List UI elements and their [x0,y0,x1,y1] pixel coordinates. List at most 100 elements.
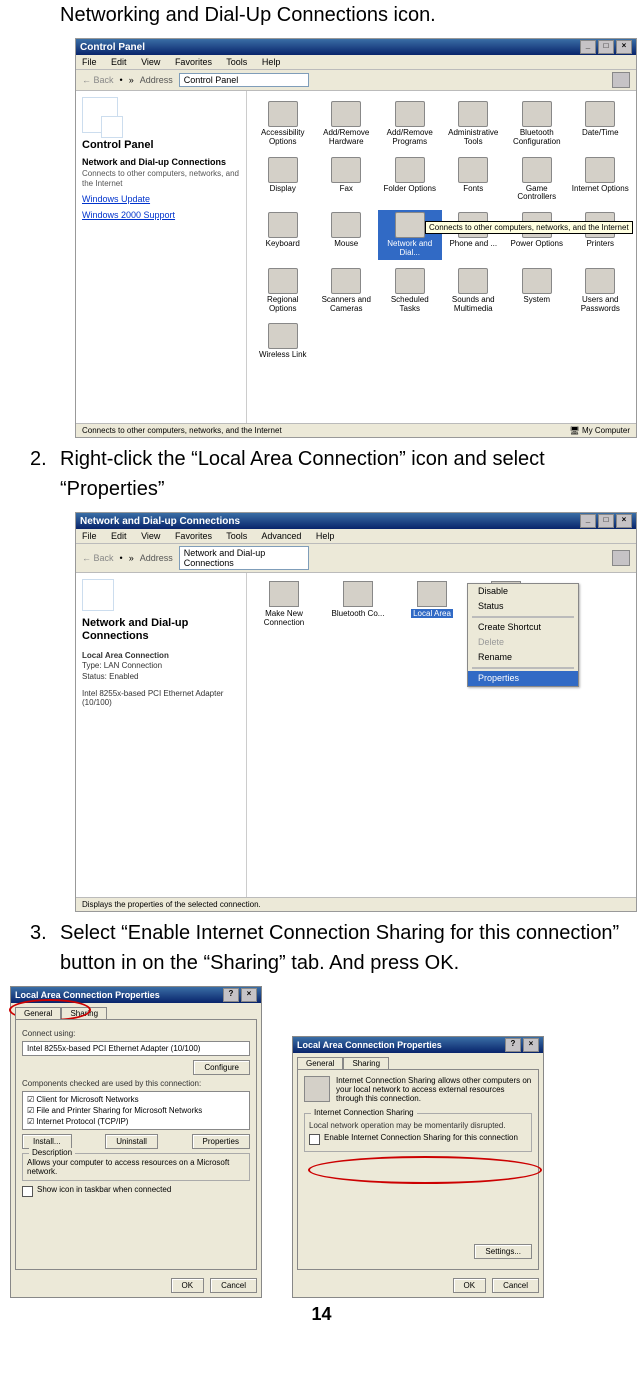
menu-favorites[interactable]: Favorites [175,531,212,541]
menu-view[interactable]: View [141,531,160,541]
sidebar: Control Panel Network and Dial-up Connec… [76,91,247,423]
go-button[interactable] [612,550,630,566]
show-icon-checkbox[interactable]: Show icon in taskbar when connected [22,1185,250,1197]
cp-icon[interactable]: Network and Dial... [378,210,442,260]
close-button[interactable]: × [523,1038,539,1052]
help-button[interactable]: ? [223,988,239,1002]
sidebar-heading: Control Panel [82,139,240,151]
configure-button[interactable]: Configure [193,1060,250,1075]
cp-icon[interactable]: Scheduled Tasks [378,266,442,316]
minimize-button[interactable]: _ [580,514,596,528]
icon-label: Fax [340,185,353,194]
menu-file[interactable]: File [82,531,97,541]
maximize-button[interactable]: □ [598,514,614,528]
context-menu-item[interactable]: Status [468,599,578,614]
tab-sharing[interactable]: Sharing [343,1057,389,1069]
go-button[interactable] [612,72,630,88]
cp-icon[interactable]: Power Options [505,210,569,260]
cp-icon[interactable]: Users and Passwords [569,266,633,316]
icon-area: Make New Connection Bluetooth Co... Local … [247,573,636,897]
connection-icon[interactable]: Local Area [403,581,461,627]
cp-icon[interactable]: Accessibility Options [251,99,315,149]
list-item[interactable]: ☑ Client for Microsoft Networks [25,1094,247,1105]
context-menu-item[interactable]: Create Shortcut [468,620,578,635]
cp-icon[interactable]: Fonts [442,155,506,205]
properties-button[interactable]: Properties [192,1134,250,1149]
sidebar-heading: Network and Dial-up Connections [82,617,240,643]
context-menu-item[interactable]: Properties [468,671,578,686]
context-menu-item[interactable]: Delete [468,635,578,650]
cp-icon[interactable]: Date/Time [569,99,633,149]
install-button[interactable]: Install... [22,1134,72,1149]
cp-icon[interactable]: Display [251,155,315,205]
menu-view[interactable]: View [141,57,160,67]
help-button[interactable]: ? [505,1038,521,1052]
applet-icon [395,268,425,294]
context-menu: DisableStatus Create ShortcutDeleteRename… [467,583,579,687]
cp-icon[interactable]: Fax [315,155,379,205]
back-button[interactable]: ← Back [82,553,114,563]
uninstall-button[interactable]: Uninstall [105,1134,158,1149]
menu-favorites[interactable]: Favorites [175,57,212,67]
cp-icon[interactable]: Game Controllers [505,155,569,205]
cp-icon[interactable]: Printers [569,210,633,260]
connection-icon[interactable]: Bluetooth Co... [329,581,387,627]
minimize-button[interactable]: _ [580,40,596,54]
enable-sharing-checkbox[interactable]: Enable Internet Connection Sharing for t… [309,1133,527,1145]
applet-icon [268,101,298,127]
menu-file[interactable]: File [82,57,97,67]
address-field[interactable]: Control Panel [179,73,309,87]
group-label: Internet Connection Sharing [311,1108,417,1117]
close-button[interactable]: × [616,40,632,54]
tab-general[interactable]: General [297,1057,343,1069]
tab-general[interactable]: General [15,1007,61,1019]
address-field[interactable]: Network and Dial-up Connections [179,546,309,570]
cp-icon[interactable]: Wireless Link [251,321,315,362]
cancel-button[interactable]: Cancel [210,1278,257,1293]
menu-advanced[interactable]: Advanced [261,531,301,541]
cp-icon[interactable]: Scanners and Cameras [315,266,379,316]
tab-sharing[interactable]: Sharing [61,1007,107,1019]
ok-button[interactable]: OK [453,1278,487,1293]
page-number: 14 [0,1304,643,1325]
connection-icon[interactable]: Make New Connection [255,581,313,627]
menu-edit[interactable]: Edit [111,57,127,67]
close-button[interactable]: × [241,988,257,1002]
menu-tools[interactable]: Tools [226,57,247,67]
list-item[interactable]: ☑ File and Printer Sharing for Microsoft… [25,1105,247,1116]
maximize-button[interactable]: □ [598,40,614,54]
cp-icon[interactable]: Add/Remove Hardware [315,99,379,149]
cancel-button[interactable]: Cancel [492,1278,539,1293]
cp-icon[interactable]: Folder Options [378,155,442,205]
menu-tools[interactable]: Tools [226,531,247,541]
link-windows-update[interactable]: Windows Update [82,194,240,204]
cp-icon[interactable]: Keyboard [251,210,315,260]
link-win2000-support[interactable]: Windows 2000 Support [82,210,240,220]
icon-label: Date/Time [582,129,619,138]
back-button[interactable]: ← Back [82,75,114,85]
cp-icon[interactable]: Mouse [315,210,379,260]
status-right: 🖥 My Computer [570,426,630,435]
menu-help[interactable]: Help [316,531,335,541]
cp-icon[interactable]: System [505,266,569,316]
icon-label: Add/Remove Programs [380,129,440,147]
cp-icon[interactable]: Add/Remove Programs [378,99,442,149]
screenshot-network-connections: Network and Dial-up Connections _ □ × Fi… [75,512,637,912]
window-title: Network and Dial-up Connections [80,516,240,527]
cp-icon[interactable]: Phone and ... [442,210,506,260]
menu-help[interactable]: Help [262,57,281,67]
cp-icon[interactable]: Bluetooth Configuration [505,99,569,149]
address-label: Address [140,553,173,563]
list-item[interactable]: ☑ Internet Protocol (TCP/IP) [25,1116,247,1127]
cp-icon[interactable]: Sounds and Multimedia [442,266,506,316]
close-button[interactable]: × [616,514,632,528]
ok-button[interactable]: OK [171,1278,205,1293]
cp-icon[interactable]: Regional Options [251,266,315,316]
cp-icon[interactable]: Administrative Tools [442,99,506,149]
components-list[interactable]: ☑ Client for Microsoft Networks ☑ File a… [22,1091,250,1130]
settings-button[interactable]: Settings... [474,1244,532,1259]
cp-icon[interactable]: Internet Options [569,155,633,205]
context-menu-item[interactable]: Disable [468,584,578,599]
context-menu-item[interactable]: Rename [468,650,578,665]
menu-edit[interactable]: Edit [111,531,127,541]
